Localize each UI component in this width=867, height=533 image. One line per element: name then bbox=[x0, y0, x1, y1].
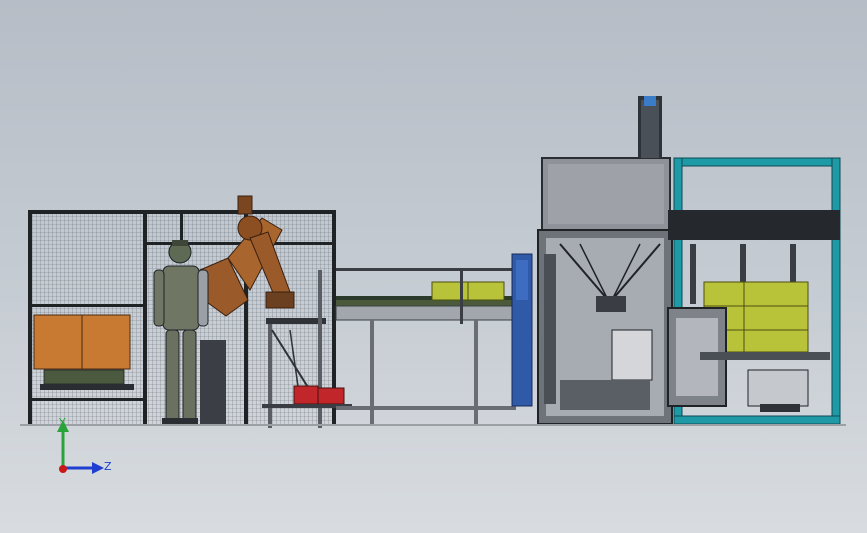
origin-dot bbox=[59, 465, 67, 473]
y-axis-label: Y bbox=[58, 416, 66, 429]
teal-frame bbox=[667, 157, 841, 425]
conveyor bbox=[335, 268, 530, 426]
packaging-line-drawing: Y Z bbox=[20, 96, 846, 474]
z-axis-label: Z bbox=[104, 460, 112, 473]
wood-case bbox=[33, 314, 134, 390]
case-packer bbox=[511, 96, 673, 425]
z-axis-arrow-icon bbox=[92, 462, 104, 474]
cad-viewport[interactable]: Y Z bbox=[0, 0, 867, 533]
floor-line bbox=[20, 424, 846, 426]
